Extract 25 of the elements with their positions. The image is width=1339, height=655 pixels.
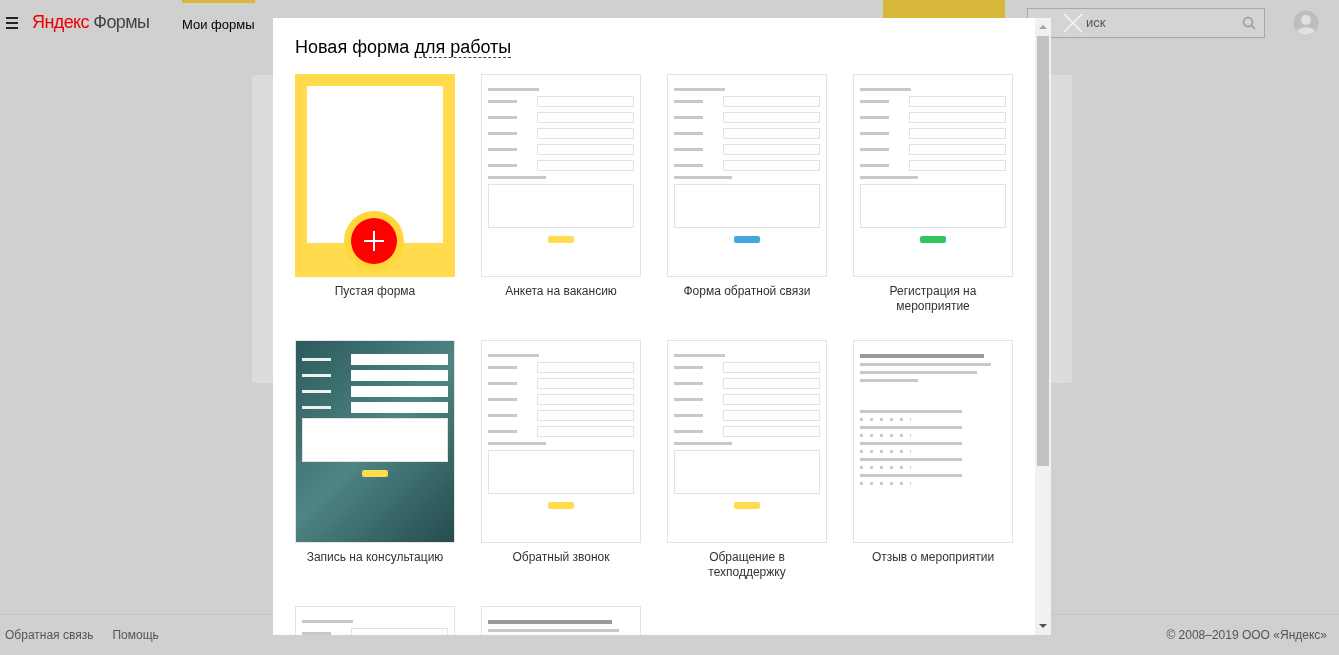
scrollbar[interactable] [1035, 18, 1051, 635]
search-icon[interactable] [1242, 15, 1256, 30]
nav-tab[interactable]: Мои формы [182, 0, 255, 45]
survey-preview-drawing[interactable] [853, 340, 1013, 543]
plus-icon[interactable] [344, 211, 404, 271]
template-title[interactable]: Анкета на вакансию [481, 277, 641, 324]
menu-icon[interactable] [6, 16, 18, 29]
form-preview-drawing[interactable] [295, 340, 455, 543]
template-title[interactable]: Пустая форма [295, 277, 455, 324]
search-field[interactable]: иск [1027, 7, 1265, 38]
dialog-title-text: Новая форма [295, 37, 410, 57]
logo[interactable]: Яндекс Формы [32, 12, 158, 33]
footer-link[interactable]: Помощь [112, 628, 159, 642]
workspace-link[interactable]: для работы [414, 37, 512, 58]
blank-form-tile[interactable] [295, 74, 455, 277]
template-title[interactable]: Запись на консультацию [295, 543, 455, 590]
template-title[interactable]: Обращение в техподдержку [667, 543, 827, 590]
template-title[interactable]: Обратный звонок [481, 543, 641, 590]
footer-link[interactable]: Обратная связь [5, 628, 94, 642]
copyright: © 2008–2019 ООО «Яндекс» [1166, 628, 1327, 642]
template-title[interactable]: Форма обратной связи [667, 277, 827, 324]
template-title[interactable]: Регистрация на мероприятие [853, 277, 1013, 324]
close-icon[interactable] [1063, 13, 1083, 33]
avatar-icon[interactable] [1293, 9, 1319, 36]
template-title[interactable]: Отзыв о мероприятии [853, 543, 1013, 590]
